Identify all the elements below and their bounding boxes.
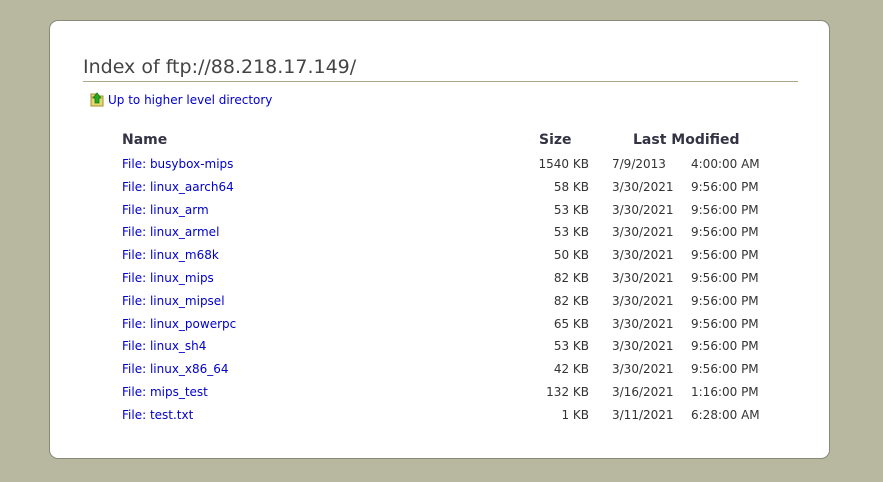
file-date: 3/30/2021 (612, 339, 674, 354)
column-header-size: Size (539, 132, 572, 148)
file-time: 9:56:00 PM (691, 316, 759, 331)
page-title: Index of ftp://88.218.17.149/ (83, 55, 798, 82)
file-date: 3/30/2021 (612, 316, 674, 331)
file-date: 3/30/2021 (612, 179, 674, 194)
file-time: 9:56:00 PM (691, 293, 759, 308)
file-size: 1540 KB (538, 157, 589, 171)
file-time: 4:00:00 AM (691, 157, 760, 171)
column-header-name: Name (122, 132, 168, 148)
file-link[interactable]: File: mips_test (122, 385, 208, 399)
file-date: 3/30/2021 (612, 225, 674, 240)
table-row: File: linux_sh4 53 KB 3/30/2021 9:56:00 PM (50, 339, 831, 359)
file-time: 9:56:00 PM (691, 225, 759, 240)
file-date: 7/9/2013 (612, 157, 666, 171)
file-time: 9:56:00 PM (691, 271, 759, 285)
file-size: 42 KB (553, 362, 589, 377)
file-time: 9:56:00 PM (691, 339, 759, 354)
directory-panel: Index of ftp://88.218.17.149/ Up to high… (49, 20, 830, 459)
file-size: 82 KB (553, 271, 589, 285)
file-time: 1:16:00 PM (691, 385, 759, 399)
file-link[interactable]: File: busybox-mips (122, 157, 233, 171)
file-date: 3/30/2021 (612, 271, 674, 285)
file-size: 1 KB (561, 407, 589, 422)
table-row: File: linux_mips 82 KB 3/30/2021 9:56:00 PM (50, 271, 831, 291)
file-size: 82 KB (553, 293, 589, 308)
up-directory-link[interactable]: Up to higher level directory (90, 92, 272, 107)
file-size: 50 KB (553, 248, 589, 263)
file-link[interactable]: File: linux_m68k (122, 248, 219, 262)
table-row: File: linux_arm 53 KB 3/30/2021 9:56:00 PM (50, 203, 831, 223)
file-link[interactable]: File: linux_powerpc (122, 317, 236, 331)
file-link[interactable]: File: linux_aarch64 (122, 180, 234, 194)
file-date: 3/30/2021 (612, 293, 674, 308)
table-row: File: linux_armel 53 KB 3/30/2021 9:56:00 P… (50, 225, 831, 245)
file-time: 9:56:00 PM (691, 248, 759, 263)
file-link[interactable]: File: linux_sh4 (122, 339, 206, 353)
folder-up-arrow-icon (90, 92, 104, 107)
file-link[interactable]: File: linux_x86_64 (122, 362, 229, 376)
up-directory-label: Up to higher level directory (108, 92, 273, 107)
file-size: 53 KB (553, 202, 589, 217)
table-row: File: linux_m68k 50 KB 3/30/2021 9:56:00 PM (50, 248, 831, 268)
file-date: 3/30/2021 (612, 202, 674, 217)
file-link[interactable]: File: linux_armel (122, 225, 219, 239)
file-link[interactable]: File: linux_arm (122, 203, 209, 217)
file-time: 9:56:00 PM (691, 202, 759, 217)
file-link[interactable]: File: linux_mipsel (122, 294, 225, 308)
file-date: 3/30/2021 (612, 362, 674, 377)
file-size: 58 KB (553, 179, 589, 194)
file-date: 3/30/2021 (612, 248, 674, 263)
table-row: File: test.txt 1 KB 3/11/2021 6:28:00 AM (50, 408, 831, 428)
table-row: File: linux_powerpc 65 KB 3/30/2021 9:56:00… (50, 317, 831, 337)
file-size: 53 KB (553, 225, 589, 240)
table-row: File: linux_mipsel 82 KB 3/30/2021 9:56:00 … (50, 294, 831, 314)
file-time: 9:56:00 PM (691, 179, 759, 194)
file-date: 3/11/2021 (612, 407, 674, 422)
file-link[interactable]: File: linux_mips (122, 271, 214, 285)
file-size: 65 KB (553, 316, 589, 331)
column-header-modified: Last Modified (633, 132, 740, 148)
file-time: 6:28:00 AM (691, 407, 760, 422)
file-time: 9:56:00 PM (691, 362, 759, 377)
file-link[interactable]: File: test.txt (122, 408, 193, 422)
table-row: File: mips_test 132 KB 3/16/2021 1:16:00 PM (50, 385, 831, 405)
table-row: File: busybox-mips 1540 KB 7/9/2013 4:00:00… (50, 157, 831, 177)
file-size: 53 KB (553, 339, 589, 354)
file-date: 3/16/2021 (612, 385, 674, 399)
file-size: 132 KB (546, 385, 589, 399)
table-row: File: linux_aarch64 58 KB 3/30/2021 9:56:00… (50, 180, 831, 200)
table-row: File: linux_x86_64 42 KB 3/30/2021 9:56:00 … (50, 362, 831, 382)
